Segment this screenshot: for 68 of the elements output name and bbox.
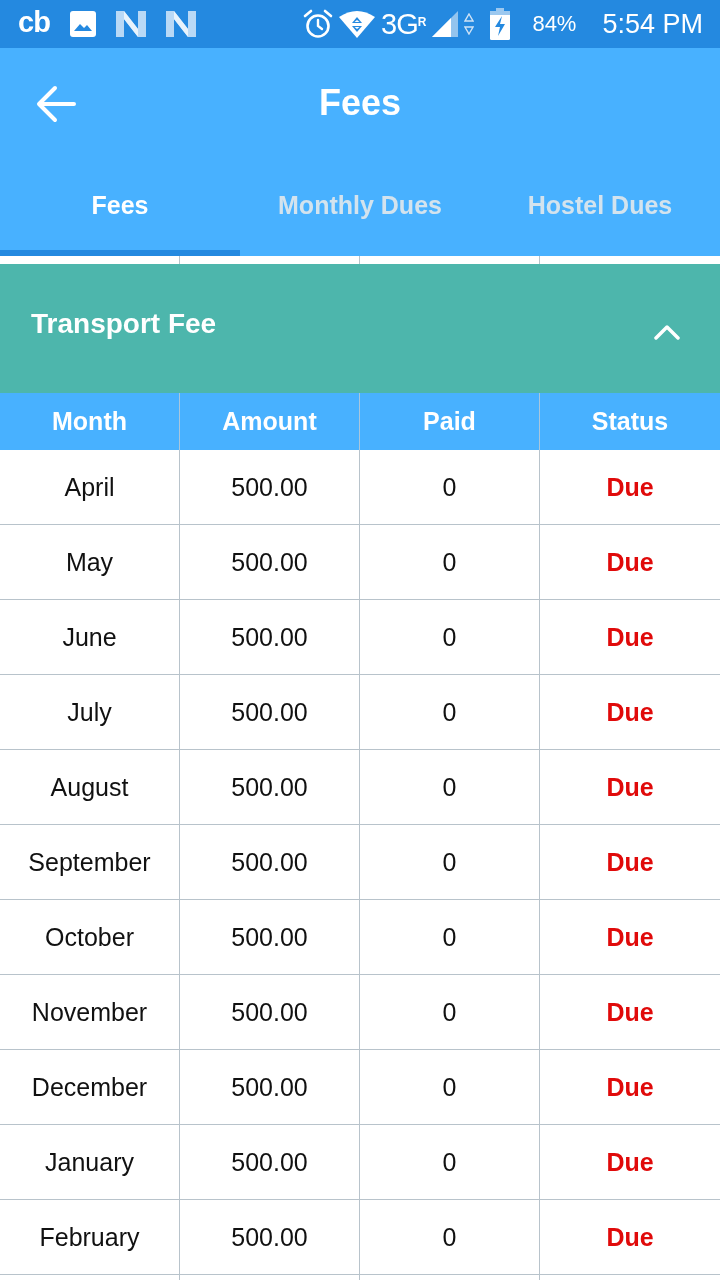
paid-cell: 0 (360, 750, 540, 824)
month-cell: June (0, 600, 180, 674)
tab[interactable]: Fees (0, 160, 240, 256)
logo-icon (115, 11, 146, 37)
amount-cell: 500.00 (180, 675, 360, 749)
column-header: Status (590, 406, 670, 437)
status-cell-text: Due (605, 1221, 655, 1253)
status-cell-text: Due (605, 1146, 655, 1178)
status-cell-text: Due (605, 1071, 655, 1103)
amount-cell: 500.00 (180, 450, 360, 524)
amount-cell: 500.00 (180, 825, 360, 899)
month-cell: October (0, 900, 180, 974)
status-cell-text: Due (605, 696, 655, 728)
month-cell: January (0, 1125, 180, 1199)
amount-cell: 500.00 (180, 750, 360, 824)
battery-level: 84% (532, 13, 577, 35)
wifi-icon (339, 10, 376, 38)
amount-cell: 500.00 (180, 600, 360, 674)
status-cell-text: Due (605, 921, 655, 953)
signal-icon (432, 11, 459, 37)
logo-icon (165, 11, 196, 37)
paid-cell: 0 (360, 450, 540, 524)
amount-cell: 500.00 (180, 900, 360, 974)
data-arrows-icon (464, 13, 475, 35)
section-title: Transport Fee (31, 307, 217, 340)
status-cell-text: Due (605, 846, 655, 878)
month-cell: May (0, 525, 180, 599)
paid-cell: 0 (360, 675, 540, 749)
alarm-clock-icon (303, 9, 334, 39)
battery-charging-icon (490, 8, 511, 40)
roaming-indicator: R (417, 16, 427, 28)
amount-cell: 500.00 (180, 1050, 360, 1124)
amount-cell: 500.00 (180, 975, 360, 1049)
month-cell: November (0, 975, 180, 1049)
paid-cell: 0 (360, 900, 540, 974)
month-cell: July (0, 675, 180, 749)
status-cell-text: Due (605, 621, 655, 653)
image-icon (69, 11, 96, 37)
clock: 5:54 PM (602, 10, 703, 38)
status-cell-text: Due (605, 996, 655, 1028)
month-cell: February (0, 1200, 180, 1274)
tab[interactable]: Hostel Dues (480, 160, 720, 256)
paid-cell: 0 (360, 525, 540, 599)
network-type: 3G (381, 9, 418, 39)
paid-cell: 0 (360, 600, 540, 674)
page-title: Fees (318, 82, 402, 124)
paid-cell: 0 (360, 825, 540, 899)
status-cell-text: Due (605, 771, 655, 803)
status-cell-text: Due (605, 471, 655, 503)
column-header: Amount (180, 393, 360, 450)
tab[interactable]: Monthly Dues (240, 160, 480, 256)
paid-cell: 0 (360, 1050, 540, 1124)
column-header: Month (0, 393, 180, 450)
app-label: cb (18, 7, 50, 37)
paid-cell: 0 (360, 975, 540, 1049)
paid-cell: 0 (360, 1125, 540, 1199)
month-cell: December (0, 1050, 180, 1124)
back-arrow-icon (36, 85, 76, 123)
month-cell: September (0, 825, 180, 899)
month-cell: April (0, 450, 180, 524)
column-header: Paid (360, 393, 540, 450)
paid-cell: 0 (360, 1200, 540, 1274)
section-header[interactable]: Transport Fee (0, 264, 720, 393)
amount-cell: 500.00 (180, 1125, 360, 1199)
status-cell-text: Due (605, 546, 655, 578)
month-cell: August (0, 750, 180, 824)
amount-cell: 500.00 (180, 525, 360, 599)
amount-cell: 500.00 (180, 1200, 360, 1274)
